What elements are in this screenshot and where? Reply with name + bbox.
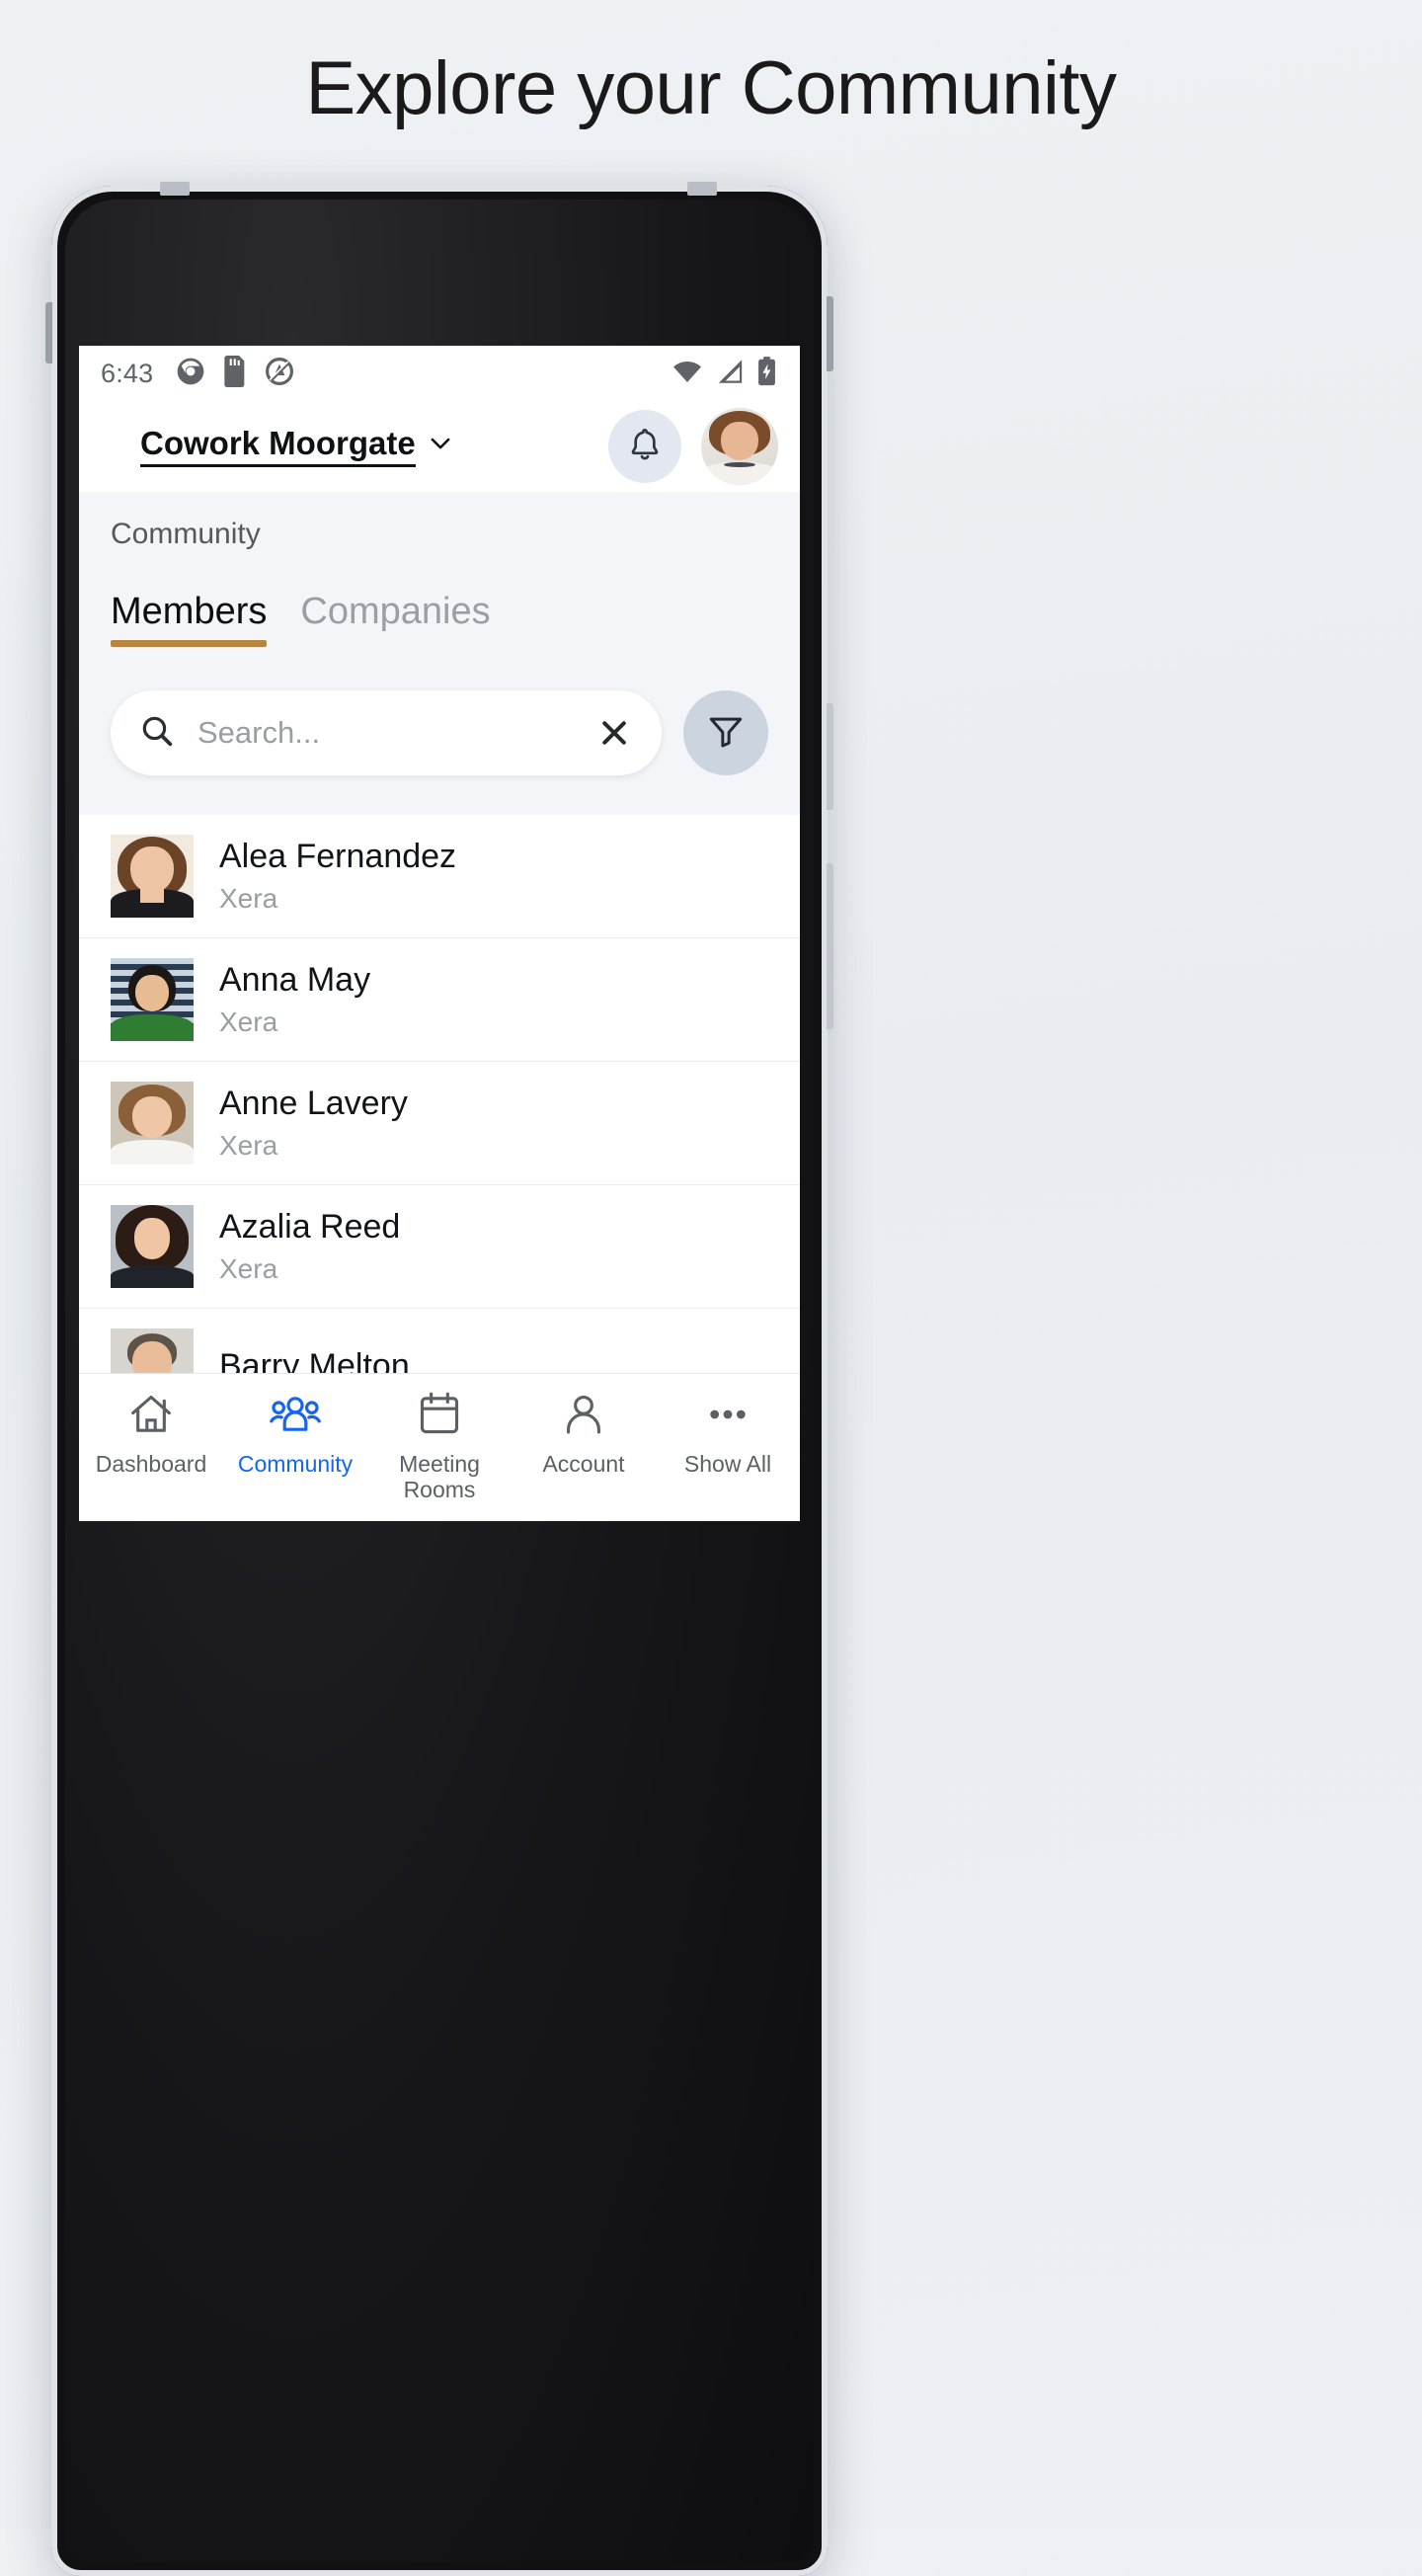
- phone-power-button: [827, 863, 833, 1029]
- search-input[interactable]: Search...: [111, 690, 662, 775]
- venue-selector[interactable]: Cowork Moorgate: [140, 426, 455, 467]
- venue-name: Cowork Moorgate: [140, 426, 416, 467]
- member-company: Xera: [219, 1252, 278, 1284]
- nav-item-dashboard-label: Dashboard: [95, 1451, 207, 1477]
- battery-charging-icon: [757, 356, 776, 391]
- list-item[interactable]: Anne Lavery Xera: [79, 1062, 800, 1185]
- calendar-icon: [416, 1390, 463, 1444]
- member-company: Xera: [219, 882, 278, 914]
- profile-avatar[interactable]: [701, 408, 778, 485]
- person-icon: [560, 1390, 607, 1444]
- list-item[interactable]: Azalia Reed Xera: [79, 1185, 800, 1309]
- privacy-icon: [264, 356, 295, 392]
- member-name: Anna May: [219, 961, 371, 1000]
- ellipsis-icon: [703, 1390, 752, 1444]
- sd-card-icon: [222, 355, 248, 392]
- status-bar: 6:43: [79, 346, 800, 401]
- search-row: Search...: [79, 647, 800, 815]
- app-bar: Cowork Moorgate: [79, 401, 800, 492]
- tab-companies[interactable]: Companies: [300, 591, 490, 647]
- bottom-navigation: Dashboard Community Meeting Rooms Accoun…: [79, 1373, 800, 1521]
- phone-screen: 6:43 Cowork Moorgate Community Members C…: [79, 346, 800, 1521]
- phone-mockup: 6:43 Cowork Moorgate Community Members C…: [45, 182, 833, 2576]
- wifi-icon: [672, 359, 703, 389]
- home-icon: [126, 1390, 176, 1444]
- search-icon: [138, 712, 176, 755]
- phone-volume-button: [827, 703, 833, 810]
- phone-top-antenna-right: [687, 182, 717, 196]
- nav-item-meeting-rooms-label: Meeting Rooms: [399, 1451, 480, 1502]
- app-bar-actions: [608, 408, 778, 485]
- cellular-signal-icon: [716, 359, 745, 389]
- status-bar-notification-icons: [175, 355, 295, 392]
- status-bar-system-icons: [672, 356, 776, 391]
- avatar: [111, 958, 194, 1041]
- tab-members[interactable]: Members: [111, 591, 268, 647]
- list-item-text: Anne Lavery Xera: [219, 1085, 408, 1161]
- nav-item-dashboard[interactable]: Dashboard: [79, 1390, 223, 1478]
- avatar: [111, 1082, 194, 1165]
- search-placeholder: Search...: [198, 715, 321, 750]
- member-name: Alea Fernandez: [219, 838, 457, 876]
- aperture-icon: [175, 356, 206, 392]
- nav-item-show-all[interactable]: Show All: [656, 1390, 800, 1478]
- filter-icon: [705, 710, 747, 757]
- status-bar-clock: 6:43: [101, 358, 154, 388]
- nav-item-account[interactable]: Account: [512, 1390, 656, 1478]
- nav-item-show-all-label: Show All: [683, 1451, 772, 1477]
- people-group-icon: [270, 1390, 321, 1444]
- list-item-text: Alea Fernandez Xera: [219, 838, 456, 914]
- member-company: Xera: [219, 1129, 278, 1161]
- nav-item-community-label: Community: [237, 1451, 354, 1477]
- nav-item-account-label: Account: [542, 1451, 625, 1477]
- bell-icon: [625, 425, 665, 469]
- member-company: Xera: [219, 1006, 278, 1037]
- member-name: Azalia Reed: [219, 1208, 401, 1247]
- list-item-text: Azalia Reed Xera: [219, 1208, 400, 1284]
- list-item-text: Anna May Xera: [219, 961, 370, 1037]
- filter-button[interactable]: [683, 690, 768, 775]
- tab-members-label: Members: [111, 591, 268, 632]
- nav-item-community[interactable]: Community: [223, 1390, 367, 1478]
- phone-left-button: [45, 302, 52, 363]
- tab-companies-label: Companies: [300, 591, 491, 632]
- section-label: Community: [111, 518, 261, 550]
- phone-top-antenna-left: [160, 182, 190, 196]
- community-section-header: Community Members Companies Search...: [79, 492, 800, 815]
- phone-right-button-top: [827, 296, 833, 371]
- avatar: [111, 1205, 194, 1288]
- list-item[interactable]: Anna May Xera: [79, 938, 800, 1062]
- list-item[interactable]: Alea Fernandez Xera: [79, 815, 800, 938]
- member-name: Anne Lavery: [219, 1085, 408, 1123]
- member-list: Alea Fernandez Xera Anna May Xera Anne L…: [79, 815, 800, 1432]
- avatar: [701, 408, 778, 485]
- avatar: [111, 835, 194, 918]
- clear-search-button[interactable]: [592, 711, 636, 755]
- chevron-down-icon: [426, 429, 455, 463]
- tab-bar: Members Companies: [79, 551, 800, 647]
- page-title: Explore your Community: [305, 46, 1117, 130]
- nav-item-meeting-rooms[interactable]: Meeting Rooms: [367, 1390, 512, 1503]
- notifications-button[interactable]: [608, 410, 681, 483]
